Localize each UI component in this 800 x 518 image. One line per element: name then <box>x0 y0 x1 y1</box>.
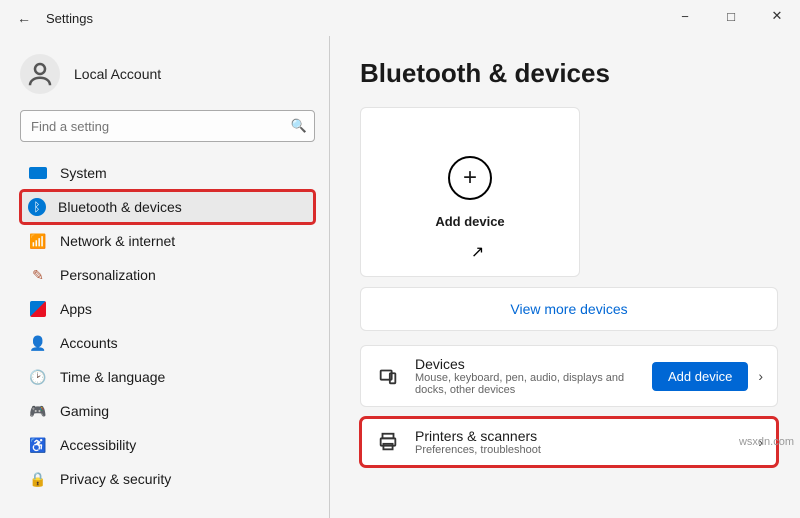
printers-title: Printers & scanners <box>415 428 758 444</box>
sidebar-item-bluetooth-devices[interactable]: ᛒ Bluetooth & devices <box>20 190 315 224</box>
devices-panel[interactable]: Devices Mouse, keyboard, pen, audio, dis… <box>360 345 778 407</box>
brush-icon: ✎ <box>28 265 48 285</box>
account-name: Local Account <box>74 66 161 82</box>
devices-title: Devices <box>415 356 652 372</box>
sidebar-item-label: Time & language <box>60 369 165 385</box>
add-device-button[interactable]: Add device <box>652 362 748 391</box>
accessibility-icon: ♿ <box>28 435 48 455</box>
sidebar-item-accessibility[interactable]: ♿ Accessibility <box>20 428 315 462</box>
avatar <box>20 54 60 94</box>
sidebar-item-network[interactable]: 📶 Network & internet <box>20 224 315 258</box>
search-icon: 🔍 <box>291 118 307 134</box>
clock-icon: 🕑 <box>28 367 48 387</box>
apps-icon <box>28 299 48 319</box>
close-button[interactable]: ✕ <box>754 0 800 32</box>
sidebar-item-label: Network & internet <box>60 233 175 249</box>
sidebar-item-label: Gaming <box>60 403 109 419</box>
sidebar-item-accounts[interactable]: 👤 Accounts <box>20 326 315 360</box>
add-device-label: Add device <box>435 214 504 229</box>
printers-text: Printers & scanners Preferences, trouble… <box>415 428 758 456</box>
gaming-icon: 🎮 <box>28 401 48 421</box>
sidebar-item-apps[interactable]: Apps <box>20 292 315 326</box>
sidebar-item-label: Accounts <box>60 335 118 351</box>
watermark: wsxdn.com <box>739 436 794 448</box>
sidebar-item-system[interactable]: System <box>20 156 315 190</box>
nav-list: System ᛒ Bluetooth & devices 📶 Network &… <box>20 156 315 496</box>
devices-text: Devices Mouse, keyboard, pen, audio, dis… <box>415 356 652 396</box>
accounts-icon: 👤 <box>28 333 48 353</box>
sidebar-item-time-language[interactable]: 🕑 Time & language <box>20 360 315 394</box>
sidebar-item-label: Accessibility <box>60 437 136 453</box>
wifi-icon: 📶 <box>28 231 48 251</box>
main-content: Bluetooth & devices + Add device ↖ View … <box>330 36 800 518</box>
chevron-right-icon: › <box>758 368 763 384</box>
plus-icon: + <box>448 156 492 200</box>
system-icon <box>28 163 48 183</box>
cursor-icon: ↖ <box>471 242 484 262</box>
sidebar-item-privacy-security[interactable]: 🔒 Privacy & security <box>20 462 315 496</box>
sidebar-item-label: Privacy & security <box>60 471 171 487</box>
view-more-label: View more devices <box>510 301 627 317</box>
settings-window: ← Settings − □ ✕ Local Account 🔍 S <box>0 0 800 518</box>
titlebar: ← Settings − □ ✕ <box>0 0 800 36</box>
view-more-devices-button[interactable]: View more devices <box>360 287 778 331</box>
maximize-button[interactable]: □ <box>708 0 754 32</box>
search-input[interactable] <box>20 110 315 142</box>
minimize-button[interactable]: − <box>662 0 708 32</box>
page-title: Bluetooth & devices <box>360 58 778 89</box>
devices-icon <box>375 363 401 389</box>
sidebar-item-label: Apps <box>60 301 92 317</box>
printer-icon <box>375 429 401 455</box>
search-box[interactable]: 🔍 <box>20 110 315 142</box>
sidebar: Local Account 🔍 System ᛒ Bluetooth & dev… <box>0 36 330 518</box>
shield-icon: 🔒 <box>28 469 48 489</box>
devices-subtitle: Mouse, keyboard, pen, audio, displays an… <box>415 372 652 396</box>
back-button[interactable]: ← <box>10 10 38 26</box>
sidebar-item-label: Bluetooth & devices <box>58 199 182 215</box>
sidebar-item-gaming[interactable]: 🎮 Gaming <box>20 394 315 428</box>
add-device-card[interactable]: + Add device ↖ <box>360 107 580 277</box>
window-title: Settings <box>46 11 93 26</box>
sidebar-item-label: System <box>60 165 107 181</box>
printers-subtitle: Preferences, troubleshoot <box>415 444 758 456</box>
sidebar-item-personalization[interactable]: ✎ Personalization <box>20 258 315 292</box>
bluetooth-icon: ᛒ <box>28 198 46 216</box>
account-block[interactable]: Local Account <box>20 54 315 94</box>
window-controls: − □ ✕ <box>662 0 800 32</box>
sidebar-item-label: Personalization <box>60 267 156 283</box>
printers-scanners-panel[interactable]: Printers & scanners Preferences, trouble… <box>360 417 778 467</box>
